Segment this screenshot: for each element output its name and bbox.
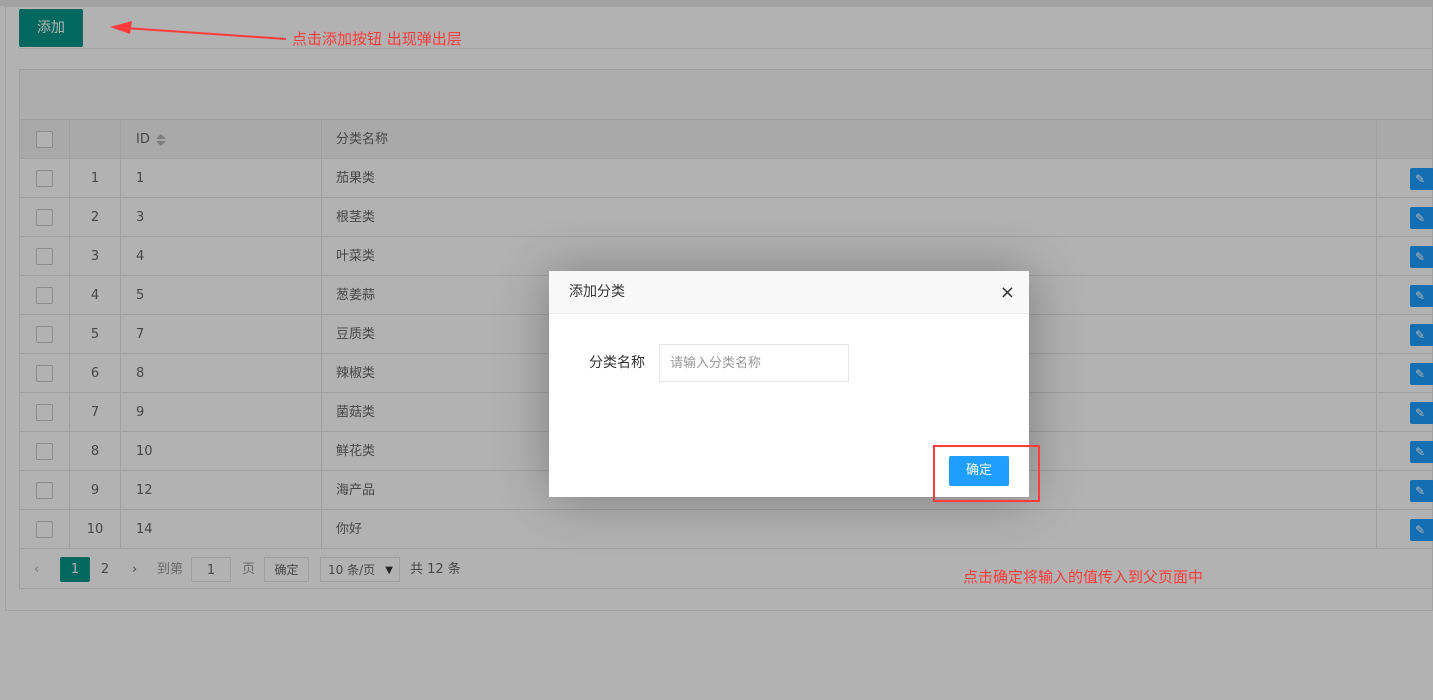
annotation-confirm-note: 点击确定将输入的值传入到父页面中 bbox=[963, 568, 1204, 586]
category-name-label: 分类名称 bbox=[589, 355, 645, 371]
dialog-title: 添加分类 bbox=[569, 284, 625, 300]
annotation-add-note: 点击添加按钮 出现弹出层 bbox=[292, 30, 462, 48]
annotation-highlight-box bbox=[933, 445, 1040, 502]
close-icon[interactable]: × bbox=[1000, 271, 1015, 314]
category-name-input[interactable] bbox=[659, 344, 849, 382]
dialog-header: 添加分类 × bbox=[549, 271, 1029, 314]
annotation-arrow-icon bbox=[110, 21, 287, 40]
